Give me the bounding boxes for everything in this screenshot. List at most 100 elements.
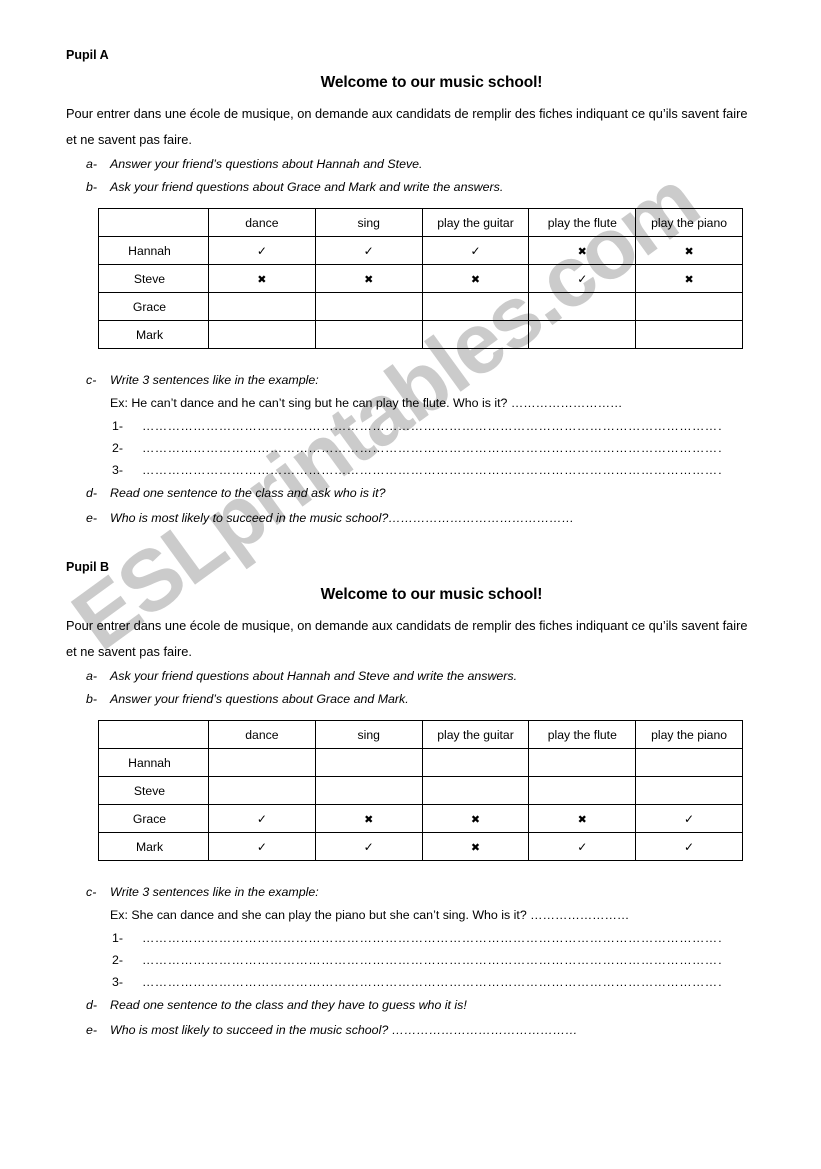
- cell-cross-icon[interactable]: ✖: [314, 804, 423, 833]
- pupil-b-answer-line-3[interactable]: 3- ……………………………………………………………………………………………………: [112, 971, 821, 993]
- cross-icon: ✖: [577, 812, 587, 826]
- cell-empty[interactable]: [528, 748, 637, 777]
- cell-check-icon[interactable]: ✓: [208, 804, 316, 833]
- row-label-steve: Steve: [98, 776, 209, 805]
- answer-number-2: 2-: [112, 441, 124, 455]
- pupil-b-title: Welcome to our music school!: [320, 586, 543, 603]
- cell-empty[interactable]: [421, 320, 530, 349]
- pupil-a-answer-line-2[interactable]: 2- ……………………………………………………………………………………………………: [112, 437, 821, 459]
- table-header-piano: play the piano: [635, 720, 743, 749]
- cell-empty[interactable]: [421, 292, 530, 321]
- cross-icon: ✖: [684, 244, 694, 258]
- pupil-a-task-a: a- Answer your friend’s questions about …: [86, 153, 821, 176]
- cell-empty[interactable]: [314, 320, 423, 349]
- pupil-b-writing-block: c- Write 3 sentences like in the example…: [0, 881, 821, 1043]
- cell-cross-icon[interactable]: ✖: [421, 804, 530, 833]
- cell-empty[interactable]: [314, 748, 423, 777]
- cell-empty[interactable]: [528, 776, 637, 805]
- cell-empty[interactable]: [635, 748, 743, 777]
- cell-check-icon[interactable]: ✓: [528, 832, 637, 861]
- cross-icon: ✖: [470, 272, 481, 286]
- pupil-a-task-c: c- Write 3 sentences like in the example…: [86, 369, 821, 391]
- check-icon: ✓: [363, 839, 374, 854]
- answer-number-3: 3-: [112, 975, 124, 989]
- cross-icon: ✖: [470, 812, 481, 826]
- answer-dots-2: ……………………………………………………………………………………………………………: [142, 953, 722, 967]
- cell-cross-icon[interactable]: ✖: [421, 264, 530, 293]
- pupil-a-writing-block: c- Write 3 sentences like in the example…: [0, 369, 821, 531]
- pupil-a-answer-line-1[interactable]: 1- ……………………………………………………………………………………………………: [112, 415, 821, 437]
- task-letter-b: b-: [86, 180, 98, 194]
- cell-empty[interactable]: [208, 776, 316, 805]
- answer-dots-3: ……………………………………………………………………………………………………………: [142, 975, 722, 989]
- pupil-b-task-e: e- Who is most likely to succeed in the …: [86, 1018, 821, 1043]
- cell-empty[interactable]: [421, 776, 530, 805]
- cell-check-icon[interactable]: ✓: [208, 832, 316, 861]
- table-header-row: dance sing play the guitar play the flut…: [98, 720, 743, 749]
- cell-cross-icon[interactable]: ✖: [208, 264, 316, 293]
- row-label-mark: Mark: [98, 320, 209, 349]
- pupil-a-label: Pupil A: [66, 48, 109, 62]
- pupil-b-answer-line-2[interactable]: 2- ……………………………………………………………………………………………………: [112, 949, 821, 971]
- table-header-row: dance sing play the guitar play the flut…: [98, 208, 743, 237]
- cell-check-icon[interactable]: ✓: [635, 804, 743, 833]
- pupil-a-table-body: Hannah ✓ ✓ ✓ ✖ ✖ Steve ✖ ✖ ✖ ✓ ✖ Grace Mark: [98, 236, 743, 349]
- pupil-b-task-a: a- Ask your friend questions about Hanna…: [86, 665, 821, 688]
- row-label-hannah: Hannah: [98, 236, 209, 265]
- cell-cross-icon[interactable]: ✖: [528, 804, 637, 833]
- check-icon: ✓: [577, 271, 588, 286]
- pupil-a-answer-line-3[interactable]: 3- ……………………………………………………………………………………………………: [112, 459, 821, 481]
- cell-empty[interactable]: [208, 320, 316, 349]
- answer-number-1: 1-: [112, 419, 124, 433]
- cell-check-icon[interactable]: ✓: [421, 236, 530, 265]
- table-header-dance: dance: [208, 208, 316, 237]
- cell-empty[interactable]: [635, 320, 743, 349]
- cell-empty[interactable]: [635, 776, 743, 805]
- pupil-a-skills-table: dance sing play the guitar play the flut…: [98, 208, 743, 349]
- cell-empty[interactable]: [314, 776, 423, 805]
- cell-empty[interactable]: [528, 320, 637, 349]
- pupil-a-example: Ex: He can’t dance and he can’t sing but…: [110, 396, 623, 410]
- task-letter-c: c-: [86, 373, 97, 387]
- pupil-b-task-c: c- Write 3 sentences like in the example…: [86, 881, 821, 903]
- check-icon: ✓: [684, 839, 695, 854]
- task-text-d: Read one sentence to the class and ask w…: [110, 486, 386, 500]
- pupil-b-table-body: Hannah Steve Grace ✓ ✖ ✖ ✖ ✓ Mark ✓ ✓ ✖ ✓ ✓: [98, 748, 743, 861]
- cell-empty[interactable]: [208, 292, 316, 321]
- cell-empty[interactable]: [635, 292, 743, 321]
- cross-icon: ✖: [364, 812, 374, 826]
- cross-icon: ✖: [470, 840, 481, 854]
- pupil-a-title: Welcome to our music school!: [320, 74, 543, 91]
- pupil-b-answer-line-1[interactable]: 1- ……………………………………………………………………………………………………: [112, 927, 821, 949]
- row-label-steve: Steve: [98, 264, 209, 293]
- table-row: Grace: [98, 292, 743, 321]
- cell-empty[interactable]: [528, 292, 637, 321]
- cell-empty[interactable]: [208, 748, 316, 777]
- cell-cross-icon[interactable]: ✖: [635, 236, 743, 265]
- task-text-e: Who is most likely to succeed in the mus…: [110, 1023, 578, 1037]
- table-row: Steve ✖ ✖ ✖ ✓ ✖: [98, 264, 743, 293]
- answer-dots-3: ……………………………………………………………………………………………………………: [142, 463, 722, 477]
- cell-cross-icon[interactable]: ✖: [528, 236, 637, 265]
- cell-empty[interactable]: [421, 748, 530, 777]
- task-letter-c: c-: [86, 885, 97, 899]
- table-corner-cell: [98, 720, 209, 749]
- cell-check-icon[interactable]: ✓: [314, 832, 423, 861]
- cell-cross-icon[interactable]: ✖: [421, 832, 530, 861]
- table-row: Mark ✓ ✓ ✖ ✓ ✓: [98, 832, 743, 861]
- answer-number-2: 2-: [112, 953, 124, 967]
- cell-cross-icon[interactable]: ✖: [314, 264, 423, 293]
- cell-check-icon[interactable]: ✓: [528, 264, 637, 293]
- cell-empty[interactable]: [314, 292, 423, 321]
- cell-cross-icon[interactable]: ✖: [635, 264, 743, 293]
- task-letter-a: a-: [86, 157, 98, 171]
- table-header-guitar: play the guitar: [421, 720, 530, 749]
- cell-check-icon[interactable]: ✓: [314, 236, 423, 265]
- table-header-flute: play the flute: [528, 720, 637, 749]
- cell-check-icon[interactable]: ✓: [635, 832, 743, 861]
- pupil-b-example: Ex: She can dance and she can play the p…: [110, 908, 630, 922]
- table-row: Mark: [98, 320, 743, 349]
- cell-check-icon[interactable]: ✓: [208, 236, 316, 265]
- cross-icon: ✖: [364, 272, 374, 286]
- pupil-a-task-e: e- Who is most likely to succeed in the …: [86, 506, 821, 531]
